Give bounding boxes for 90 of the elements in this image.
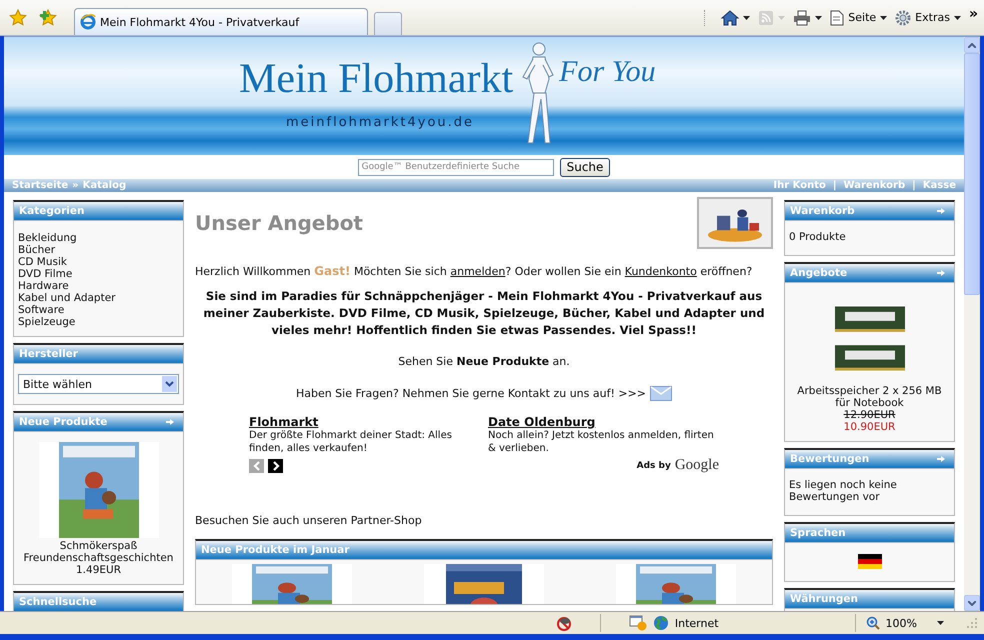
scroll-up-icon bbox=[968, 42, 976, 48]
print-command-button[interactable] bbox=[793, 10, 822, 26]
box-title: Warenkorb bbox=[790, 205, 855, 217]
ad-title[interactable]: Date Oldenburg bbox=[488, 415, 719, 429]
box-title: Bewertungen bbox=[790, 453, 870, 465]
arrow-icon[interactable] bbox=[166, 419, 174, 425]
caret-icon bbox=[778, 16, 786, 20]
box-text: 0 Produkte bbox=[789, 231, 846, 243]
contact-text: Haben Sie Fragen? Nehmen Sie gerne Kontakt zu uns auf! >>> bbox=[296, 387, 646, 400]
box-title: Schnellsuche bbox=[19, 596, 97, 608]
category-link[interactable]: DVD Filme bbox=[18, 268, 179, 280]
tools-command-button[interactable]: Extras bbox=[895, 10, 961, 26]
browser-icon bbox=[80, 14, 96, 30]
browser-tab[interactable]: Mein Flohmarkt 4You - Privatverkauf bbox=[74, 8, 368, 35]
box-title: Neue Produkte im Januar bbox=[201, 544, 350, 556]
category-link[interactable]: Hardware bbox=[18, 280, 179, 292]
favorites-star-icon[interactable] bbox=[9, 8, 27, 26]
category-link[interactable]: Software bbox=[18, 304, 179, 316]
box-title: Hersteller bbox=[19, 348, 78, 360]
breadcrumb-separator: » bbox=[72, 180, 79, 191]
intro-text: Sie sind im Paradies für Schnäppchenjäger - Mein Flohmarkt 4You - Privatverkauf aus meiner Zauberkiste. DVD Filme, CD Musik, Spielzeuge, Bücher, Kabel und Adapter und vieles mehr! Hoffentlich finden Sie etwas Passendes. Viel Spass!! bbox=[202, 288, 766, 339]
box-title: Neue Produkte bbox=[19, 416, 108, 428]
category-link[interactable]: Spielzeuge bbox=[18, 316, 179, 328]
box-title: Währungen bbox=[790, 593, 858, 605]
gear-icon bbox=[895, 10, 912, 26]
zoom-icon[interactable] bbox=[866, 616, 880, 630]
add-favorite-icon[interactable] bbox=[39, 8, 57, 26]
home-icon bbox=[721, 10, 740, 26]
envelope-icon[interactable] bbox=[650, 386, 672, 401]
old-price: 12.90EUR bbox=[844, 409, 896, 421]
welcome-text: Herzlich Willkommen Gast! Möchten Sie sich anmelden? Oder wollen Sie ein Kundenkonto eröffnen? bbox=[195, 263, 754, 280]
text-link[interactable]: anmelden bbox=[450, 265, 506, 278]
resize-grip-icon bbox=[966, 617, 978, 629]
more-commands-button[interactable]: » bbox=[968, 6, 978, 22]
product-price: 1.49EUR bbox=[76, 564, 121, 576]
caret-icon bbox=[815, 16, 822, 20]
sale-price: 10.90EUR bbox=[844, 421, 896, 433]
ad-title[interactable]: Flohmarkt bbox=[249, 415, 480, 429]
feed-icon bbox=[758, 10, 774, 26]
partner-shop-text: Besuchen Sie auch unseren Partner-Shop bbox=[195, 514, 423, 527]
box-text: Es liegen noch keine Bewertungen vor bbox=[789, 479, 897, 503]
category-link[interactable]: CD Musik bbox=[18, 256, 179, 268]
new-products-text[interactable]: Sehen Sie Neue Produkte an. bbox=[195, 355, 773, 368]
search-button[interactable]: Suche bbox=[560, 158, 610, 176]
category-link[interactable]: Bücher bbox=[18, 244, 179, 256]
manufacturer-dropdown[interactable]: Bitte wählen bbox=[18, 374, 179, 394]
arrow-icon[interactable] bbox=[937, 208, 945, 214]
link-separator: | bbox=[912, 180, 916, 191]
site-logo-tagline: For You bbox=[559, 55, 656, 89]
category-link[interactable]: Kabel und Adapter bbox=[18, 292, 179, 304]
chevron-left-icon bbox=[252, 460, 260, 470]
globe-icon bbox=[652, 615, 669, 631]
caret-icon bbox=[880, 16, 888, 20]
box-title: Kategorien bbox=[19, 205, 84, 217]
product-name[interactable]: Arbeitsspeicher 2 x 256 MB für Notebook bbox=[793, 385, 946, 409]
scroll-down-icon bbox=[968, 600, 976, 606]
zoom-level-button[interactable]: 100% bbox=[886, 616, 917, 630]
text-link[interactable]: Kundenkonto bbox=[624, 265, 697, 278]
privacy-icon[interactable] bbox=[556, 615, 572, 631]
caret-icon bbox=[954, 16, 961, 20]
category-link[interactable]: Bekleidung bbox=[18, 232, 179, 244]
scrollbar-thumb[interactable] bbox=[964, 53, 980, 295]
caret-icon bbox=[743, 16, 750, 20]
site-domain: meinflohmarkt4you.de bbox=[286, 115, 474, 130]
print-icon bbox=[793, 10, 812, 26]
scrollbar[interactable] bbox=[964, 37, 980, 611]
page-command-button[interactable]: Seite bbox=[830, 10, 888, 26]
arrow-icon[interactable] bbox=[937, 270, 945, 276]
next-ad-button[interactable] bbox=[268, 458, 283, 472]
chevron-right-icon bbox=[272, 460, 280, 470]
home-command-button[interactable] bbox=[721, 10, 750, 26]
caret-icon[interactable] bbox=[937, 621, 944, 625]
ads-by-label[interactable]: Ads by bbox=[636, 460, 671, 470]
chevron-down-icon bbox=[165, 381, 174, 387]
german-flag-icon[interactable] bbox=[858, 554, 882, 569]
page-heading: Unser Angebot bbox=[195, 211, 363, 235]
new-tab-button[interactable] bbox=[374, 12, 402, 35]
ad-text: Noch allein? Jetzt kostenlos anmelden, flirten & verlieben. bbox=[488, 429, 715, 455]
page-icon bbox=[830, 10, 844, 26]
ad-text: Der größte Flohmarkt deiner Stadt: Alles finden, alles verkaufen! bbox=[249, 429, 453, 455]
search-field[interactable]: Google™ Benutzerdefinierte Suche bbox=[358, 158, 554, 176]
security-zone-label: Internet bbox=[674, 616, 719, 630]
box-title: Sprachen bbox=[790, 527, 846, 539]
popup-warning-icon[interactable] bbox=[628, 615, 647, 631]
product-name[interactable]: Schmökerspaß Freundenschaftsgeschichten bbox=[22, 540, 175, 564]
arrow-icon[interactable] bbox=[937, 456, 945, 462]
site-logo-title[interactable]: Mein Flohmarkt bbox=[239, 55, 514, 103]
link-separator: | bbox=[832, 180, 837, 191]
box-title: Angebote bbox=[790, 267, 848, 279]
google-logo[interactable]: Google bbox=[674, 457, 719, 474]
